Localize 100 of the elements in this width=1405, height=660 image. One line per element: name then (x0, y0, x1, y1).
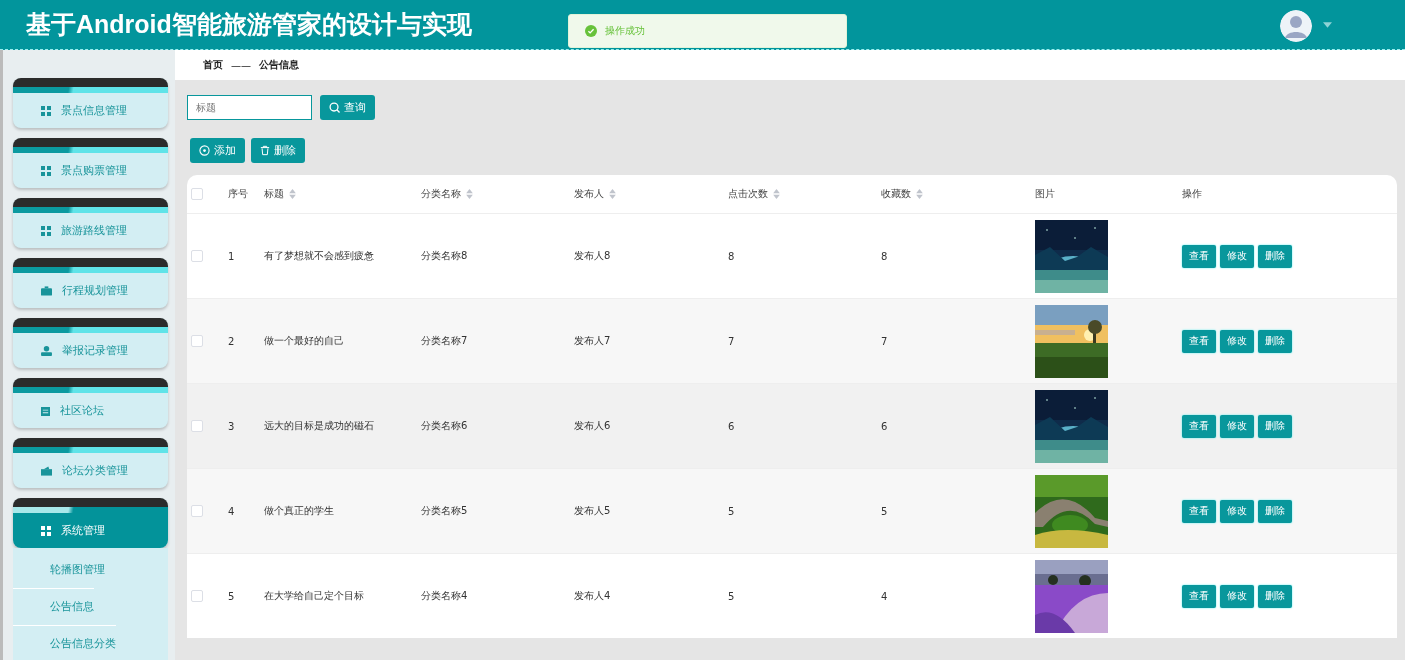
row-checkbox[interactable] (191, 420, 203, 432)
menu-item[interactable]: 社区论坛 (13, 378, 168, 428)
menu-label: 论坛分类管理 (62, 463, 128, 478)
app-title: 基于Android智能旅游管家的设计与实现 (26, 9, 472, 40)
row-checkbox[interactable] (191, 505, 203, 517)
table-cell: 发布人5 (574, 504, 611, 518)
grid-icon (41, 165, 51, 176)
table-cell: 发布人8 (574, 249, 611, 263)
menu-item[interactable]: 系统管理 (13, 498, 168, 548)
sort-icon[interactable] (916, 189, 923, 199)
row-action-button[interactable]: 查看 (1182, 499, 1216, 523)
table-cell: 远大的目标是成功的磁石 (264, 419, 374, 433)
table-cell: 发布人4 (574, 589, 611, 603)
table-cell: 分类名称8 (421, 249, 468, 263)
menu-label: 社区论坛 (60, 403, 104, 418)
row-action-button[interactable]: 修改 (1220, 499, 1254, 523)
table-cell: 2 (228, 335, 235, 347)
row-action-button[interactable]: 查看 (1182, 414, 1216, 438)
check-circle-icon (585, 25, 597, 37)
table-cell: 分类名称5 (421, 504, 468, 518)
table-cell: 发布人7 (574, 334, 611, 348)
table-cell: 8 (881, 250, 888, 262)
row-action-button[interactable]: 删除 (1258, 584, 1292, 608)
table-cell: 6 (728, 420, 735, 432)
toast-text: 操作成功 (605, 24, 645, 38)
submenu-item[interactable]: 公告信息分类 (13, 625, 116, 660)
table-cell: 7 (728, 335, 735, 347)
table-cell: 分类名称7 (421, 334, 468, 348)
table-cell: 分类名称4 (421, 589, 468, 603)
table-cell: 做个真正的学生 (264, 504, 334, 518)
row-action-button[interactable]: 删除 (1258, 499, 1292, 523)
sort-icon[interactable] (466, 189, 473, 199)
column-header[interactable]: 点击次数 (728, 187, 780, 201)
row-action-button[interactable]: 修改 (1220, 329, 1254, 353)
row-action-button[interactable]: 删除 (1258, 414, 1292, 438)
search-icon (329, 102, 340, 113)
grid-icon (41, 225, 51, 236)
submenu-item[interactable]: 公告信息 (13, 588, 94, 625)
table-cell: 5 (728, 505, 735, 517)
menu-label: 举报记录管理 (62, 343, 128, 358)
search-button[interactable]: 查询 (320, 95, 375, 120)
row-checkbox[interactable] (191, 590, 203, 602)
select-all-checkbox[interactable] (191, 188, 203, 200)
table-cell: 5 (228, 590, 235, 602)
column-header[interactable]: 标题 (264, 187, 296, 201)
add-button[interactable]: 添加 (190, 138, 245, 163)
breadcrumb-current: 公告信息 (259, 58, 299, 72)
menu-item[interactable]: 举报记录管理 (13, 318, 168, 368)
table-cell: 6 (881, 420, 888, 432)
submenu-item[interactable]: 轮播图管理 (13, 552, 105, 588)
table-cell: 5 (881, 505, 888, 517)
row-action-button[interactable]: 查看 (1182, 244, 1216, 268)
menu-item[interactable]: 论坛分类管理 (13, 438, 168, 488)
briefcase-icon (41, 285, 52, 296)
table-cell: 1 (228, 250, 235, 262)
row-action-button[interactable]: 查看 (1182, 329, 1216, 353)
column-header[interactable]: 分类名称 (421, 187, 473, 201)
breadcrumb-separator: —— (231, 59, 251, 71)
table-cell: 8 (728, 250, 735, 262)
person-icon (41, 345, 52, 356)
table-cell: 7 (881, 335, 888, 347)
search-field[interactable]: 标题 (187, 95, 312, 120)
menu-label: 景点购票管理 (61, 163, 127, 178)
menu-label: 景点信息管理 (61, 103, 127, 118)
menu-label: 旅游路线管理 (61, 223, 127, 238)
clipboard-icon (41, 405, 50, 416)
menu-item[interactable]: 旅游路线管理 (13, 198, 168, 248)
table-cell: 3 (228, 420, 235, 432)
table-cell: 有了梦想就不会感到疲惫 (264, 249, 374, 263)
column-header[interactable]: 发布人 (574, 187, 616, 201)
row-action-button[interactable]: 修改 (1220, 584, 1254, 608)
row-action-button[interactable]: 删除 (1258, 329, 1292, 353)
column-header[interactable]: 收藏数 (881, 187, 923, 201)
column-header: 序号 (228, 187, 248, 201)
wallet-icon (41, 465, 52, 476)
menu-label: 行程规划管理 (62, 283, 128, 298)
row-action-button[interactable]: 修改 (1220, 244, 1254, 268)
breadcrumb-link[interactable]: 首页 (203, 58, 223, 72)
table-cell: 4 (881, 590, 888, 602)
menu-item[interactable]: 景点信息管理 (13, 78, 168, 128)
row-action-button[interactable]: 删除 (1258, 244, 1292, 268)
row-checkbox[interactable] (191, 335, 203, 347)
sort-icon[interactable] (773, 189, 780, 199)
menu-item[interactable]: 景点购票管理 (13, 138, 168, 188)
table-cell: 分类名称6 (421, 419, 468, 433)
row-action-button[interactable]: 修改 (1220, 414, 1254, 438)
row-checkbox[interactable] (191, 250, 203, 262)
trash-icon (260, 145, 270, 156)
menu-label: 系统管理 (61, 523, 105, 538)
grid-icon (41, 525, 51, 536)
delete-button[interactable]: 删除 (251, 138, 305, 163)
caret-icon[interactable] (1323, 22, 1332, 28)
sort-icon[interactable] (289, 189, 296, 199)
plus-circle-icon (199, 145, 210, 156)
user-avatar[interactable] (1280, 10, 1312, 42)
row-action-button[interactable]: 查看 (1182, 584, 1216, 608)
sort-icon[interactable] (609, 189, 616, 199)
column-header: 操作 (1182, 187, 1202, 201)
menu-item[interactable]: 行程规划管理 (13, 258, 168, 308)
table-cell: 4 (228, 505, 235, 517)
